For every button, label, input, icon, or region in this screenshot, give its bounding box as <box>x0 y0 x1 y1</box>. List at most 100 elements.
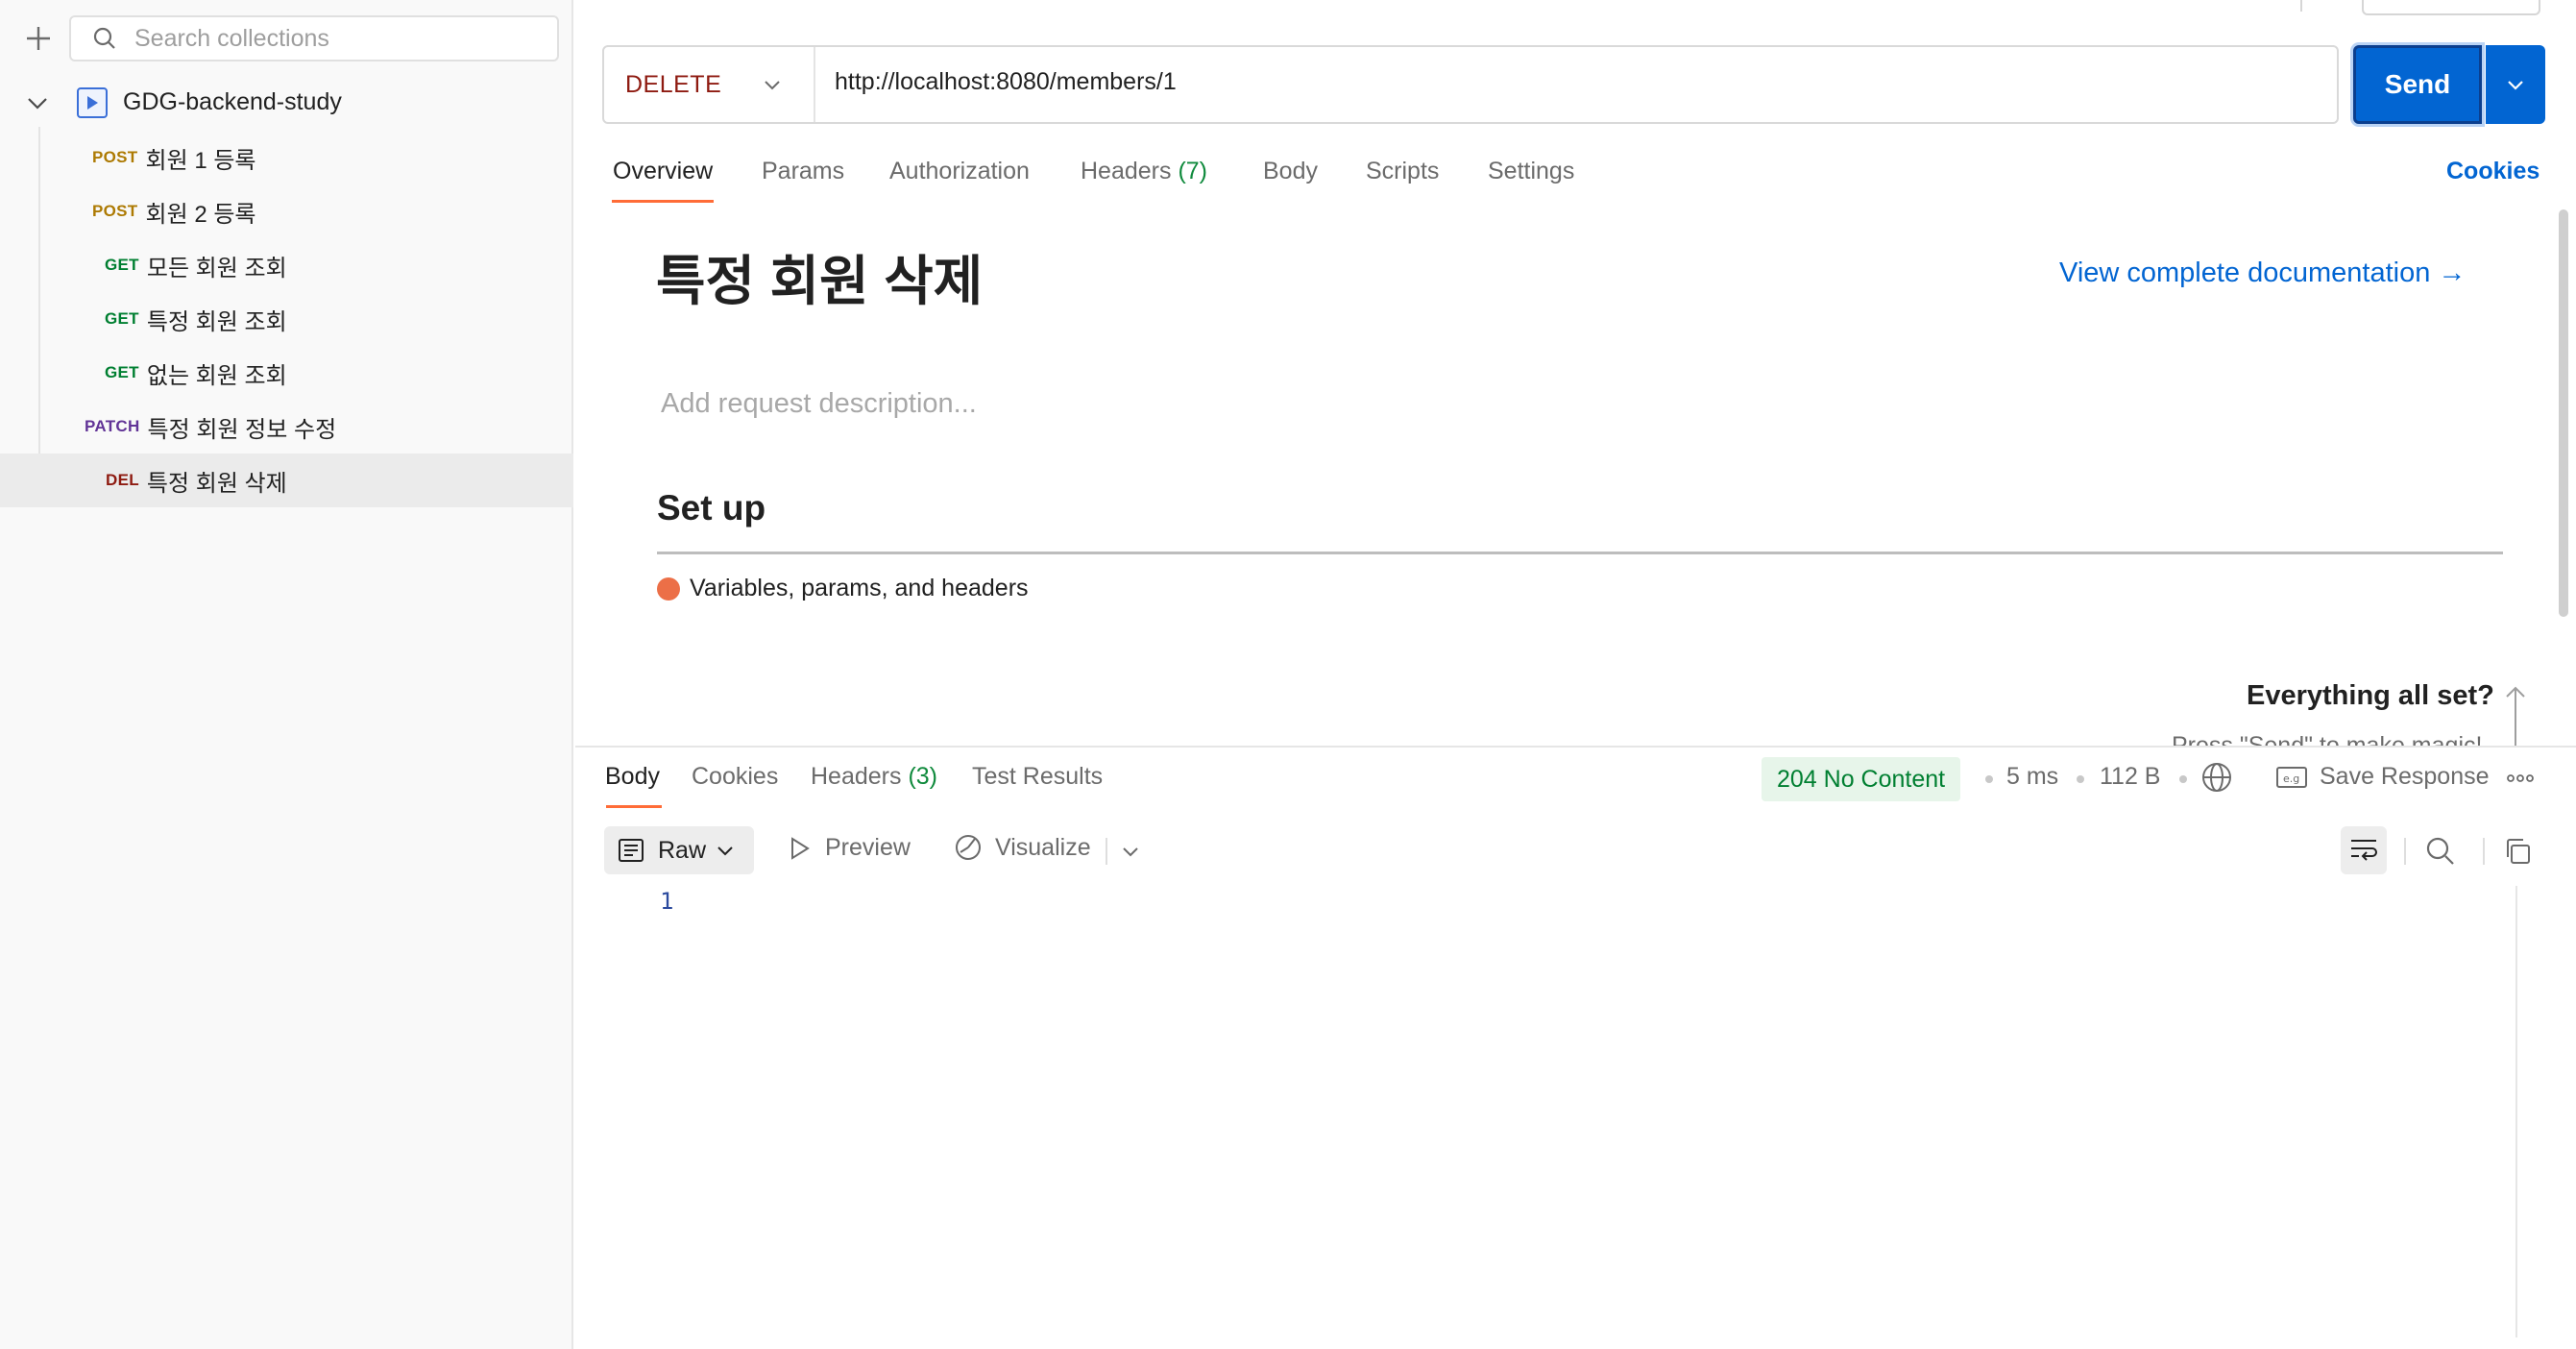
chevron-down-icon <box>2508 81 2523 90</box>
scrollbar[interactable] <box>2559 209 2568 617</box>
separator-dot <box>2179 775 2187 783</box>
method-badge: GET <box>105 309 139 328</box>
request-panel: DELETE http://localhost:8080/members/1 S… <box>575 0 2576 1349</box>
request-item[interactable]: POST 회원 1 등록 <box>0 131 573 184</box>
request-name: 특정 회원 정보 수정 <box>147 416 337 443</box>
url-input[interactable]: http://localhost:8080/members/1 <box>835 68 1177 96</box>
chevron-down-icon <box>765 81 780 90</box>
request-item-active[interactable]: DEL 특정 회원 삭제 <box>0 454 573 507</box>
search-icon <box>93 27 115 49</box>
setup-item[interactable]: Variables, params, and headers <box>657 575 1029 602</box>
send-button[interactable]: Send <box>2353 45 2482 124</box>
format-dropdown[interactable]: Raw <box>604 826 754 874</box>
response-tab-body[interactable]: Body <box>605 763 660 791</box>
method-dropdown[interactable]: DELETE <box>604 47 815 122</box>
divider <box>2300 0 2302 12</box>
url-bar: DELETE http://localhost:8080/members/1 <box>602 45 2339 124</box>
preview-button[interactable]: Preview <box>789 834 911 862</box>
tab-body[interactable]: Body <box>1263 158 1318 185</box>
environment-selector[interactable] <box>2362 0 2540 15</box>
request-name: 없는 회원 조회 <box>146 362 287 389</box>
request-item[interactable]: PATCH 특정 회원 정보 수정 <box>0 400 573 454</box>
wrap-lines-icon <box>2351 840 2377 861</box>
divider <box>2483 838 2485 865</box>
sidebar-header <box>0 0 573 77</box>
view-documentation-link[interactable]: View complete documentation → <box>2059 258 2466 289</box>
method-label: DELETE <box>625 70 722 98</box>
chevron-down-icon[interactable] <box>25 90 50 115</box>
press-send-hint: Press "Send" to make magic! <box>2172 732 2483 746</box>
plus-icon <box>27 27 50 50</box>
request-name: 특정 회원 조회 <box>146 308 287 335</box>
tab-overview[interactable]: Overview <box>613 158 713 185</box>
collection-row[interactable]: GDG-backend-study <box>0 81 573 125</box>
active-tab-indicator <box>612 200 714 203</box>
format-label: Raw <box>658 836 707 864</box>
more-options-icon[interactable] <box>2506 769 2535 788</box>
save-response-button[interactable]: e.g Save Response <box>2275 763 2490 791</box>
method-badge: GET <box>105 256 139 274</box>
cookies-link[interactable]: Cookies <box>2446 158 2540 185</box>
divider <box>1106 838 1107 865</box>
response-tab-headers[interactable]: Headers (3) <box>811 763 937 791</box>
request-item[interactable]: GET 모든 회원 조회 <box>0 238 573 292</box>
status-badge[interactable]: 204 No Content <box>1762 757 1961 801</box>
divider <box>657 552 2503 554</box>
method-badge: POST <box>92 148 138 166</box>
visualize-label: Visualize <box>995 833 1091 861</box>
request-name: 회원 2 등록 <box>145 201 256 228</box>
response-time[interactable]: 5 ms <box>2006 763 2058 791</box>
preview-label: Preview <box>825 834 911 861</box>
response-tab-cookies[interactable]: Cookies <box>692 763 778 791</box>
search-input[interactable] <box>134 24 538 53</box>
search-icon[interactable] <box>2425 836 2456 867</box>
response-headers-label: Headers <box>811 763 902 790</box>
collection-icon <box>77 87 108 118</box>
response-headers-count: (3) <box>908 763 938 790</box>
new-collection-button[interactable] <box>21 21 56 56</box>
collection-name: GDG-backend-study <box>123 88 342 115</box>
scrollbar[interactable] <box>2515 886 2517 1337</box>
line-number: 1 <box>660 888 674 915</box>
save-response-label: Save Response <box>2320 763 2490 790</box>
sidebar: GDG-backend-study POST 회원 1 등록 POST 회원 2… <box>0 0 573 1349</box>
separator-dot <box>1985 775 1993 783</box>
send-options-button[interactable] <box>2486 45 2545 124</box>
request-name: 회원 1 등록 <box>145 147 256 174</box>
method-badge: PATCH <box>85 417 140 435</box>
setup-item-label: Variables, params, and headers <box>690 575 1029 601</box>
chevron-down-icon <box>717 846 733 856</box>
arrow-up-icon <box>2506 686 2525 748</box>
request-item[interactable]: GET 특정 회원 조회 <box>0 292 573 346</box>
response-panel: Body Cookies Headers (3) Test Results 20… <box>575 746 2576 1349</box>
tab-params[interactable]: Params <box>762 158 844 185</box>
description-input[interactable]: Add request description... <box>661 388 977 420</box>
divider <box>2404 838 2406 865</box>
chevron-down-icon[interactable] <box>1121 842 1140 861</box>
save-response-icon: e.g <box>2276 766 2307 788</box>
tab-headers[interactable]: Headers (7) <box>1081 158 1207 185</box>
request-name: 특정 회원 삭제 <box>146 470 287 497</box>
visualize-button[interactable]: Visualize <box>953 832 1091 863</box>
wrap-lines-button[interactable] <box>2341 826 2387 874</box>
copy-icon[interactable] <box>2502 836 2533 867</box>
setup-heading: Set up <box>657 488 766 527</box>
response-tab-test-results[interactable]: Test Results <box>972 763 1103 791</box>
text-format-icon <box>619 839 644 862</box>
play-icon <box>791 836 810 860</box>
tab-settings[interactable]: Settings <box>1488 158 1574 185</box>
tab-headers-label: Headers <box>1081 158 1172 184</box>
status-dot-icon <box>657 576 680 601</box>
globe-icon[interactable] <box>2200 761 2233 794</box>
request-item[interactable]: POST 회원 2 등록 <box>0 184 573 238</box>
active-tab-indicator <box>606 805 662 808</box>
response-size[interactable]: 112 B <box>2100 763 2160 791</box>
request-item[interactable]: GET 없는 회원 조회 <box>0 346 573 400</box>
request-name: 모든 회원 조회 <box>146 255 287 282</box>
tab-authorization[interactable]: Authorization <box>889 158 1030 185</box>
separator-dot <box>2077 775 2084 783</box>
search-collections[interactable] <box>69 15 559 61</box>
method-badge: POST <box>92 202 138 220</box>
method-badge: GET <box>105 363 139 381</box>
tab-scripts[interactable]: Scripts <box>1366 158 1439 185</box>
